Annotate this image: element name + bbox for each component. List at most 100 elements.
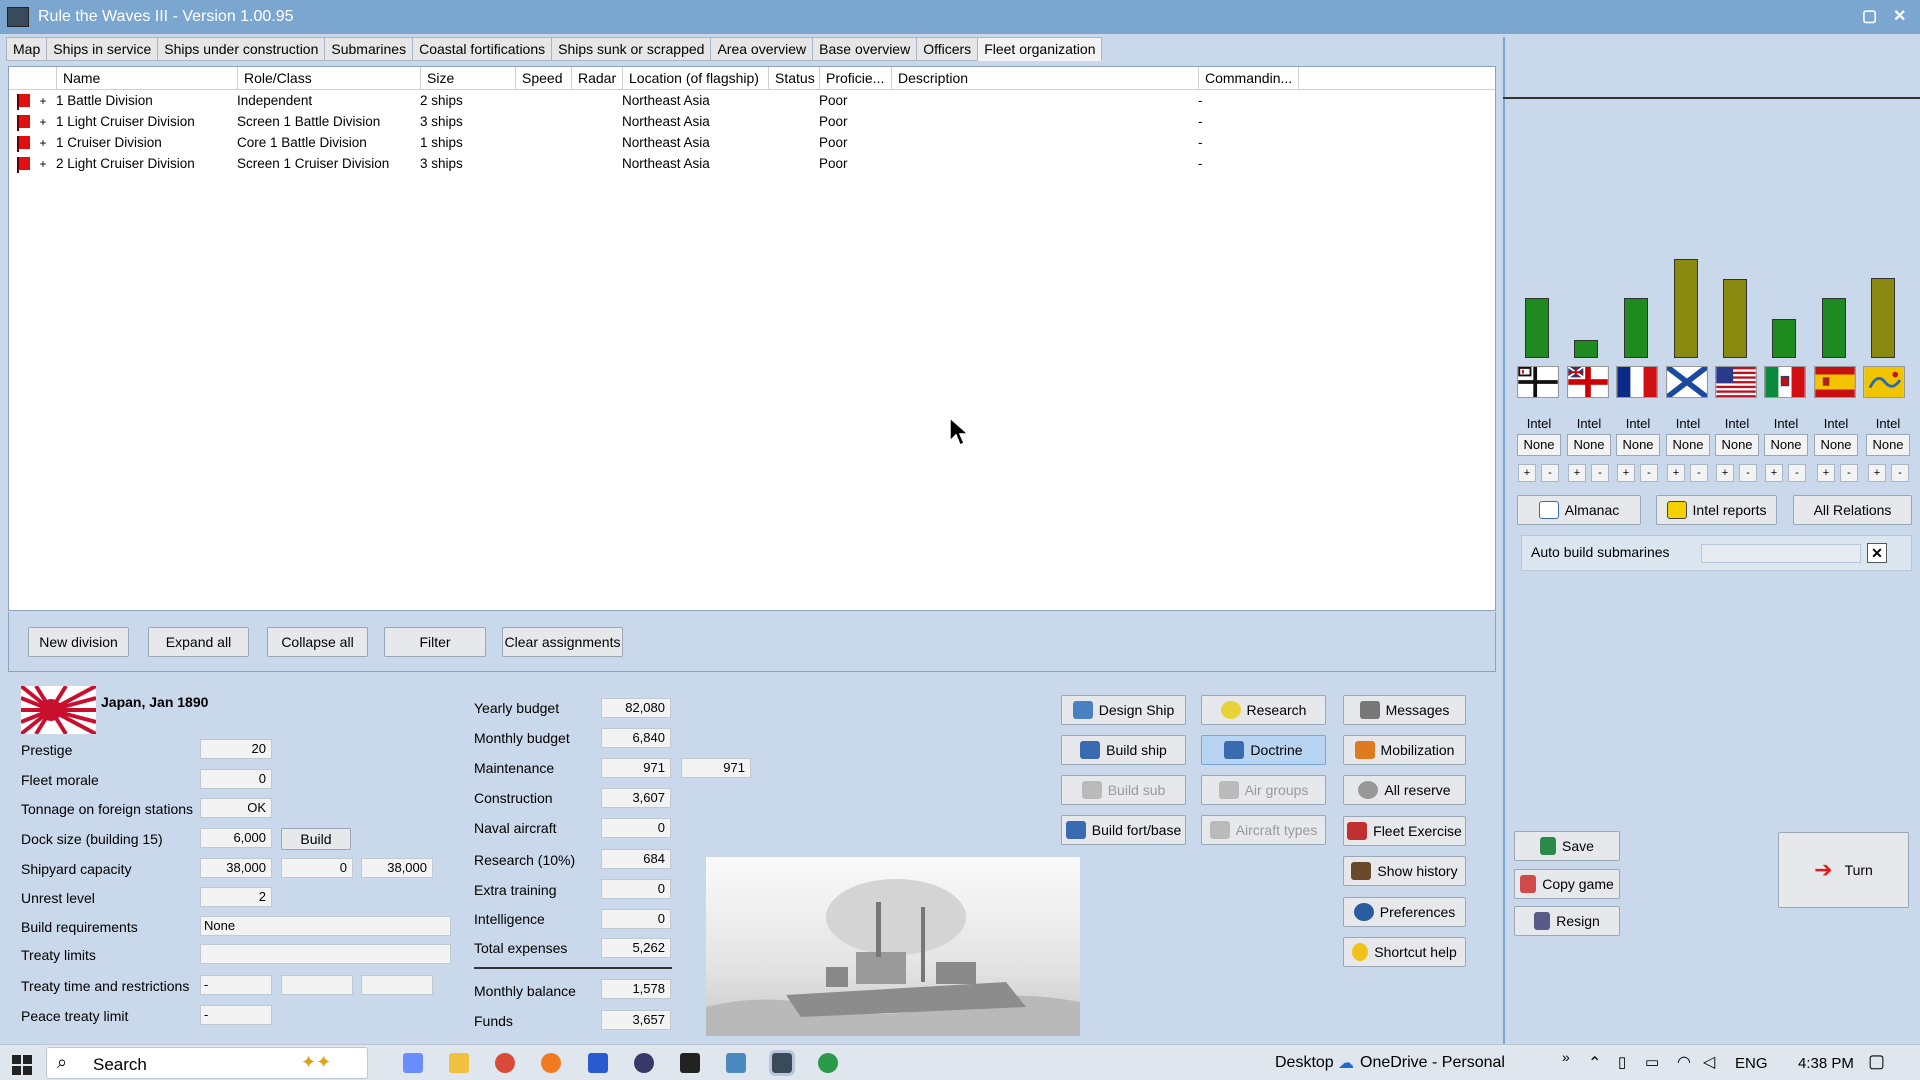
chrome-icon[interactable] [495,1053,515,1073]
intel-minus-button-france[interactable]: - [1640,464,1658,482]
preferences-button[interactable]: Preferences [1343,897,1466,927]
app-icon-2[interactable] [634,1053,654,1073]
firefox-icon[interactable] [541,1053,561,1073]
tab-base-overview[interactable]: Base overview [812,37,917,61]
intel-reports-button[interactable]: Intel reports [1656,495,1777,525]
tab-area-overview[interactable]: Area overview [710,37,813,61]
maximize-icon[interactable]: ▢ [1862,6,1877,26]
clock[interactable]: 4:38 PM [1798,1055,1854,1072]
intel-minus-button-italy[interactable]: - [1788,464,1806,482]
expand-icon[interactable]: + [36,157,50,171]
copilot-icon[interactable] [403,1053,423,1073]
terminal-icon[interactable] [680,1053,700,1073]
header-proficiency[interactable]: Proficie... [820,67,892,89]
design-ship-button[interactable]: Design Ship [1061,695,1186,725]
table-row[interactable]: + 2 Light Cruiser Division Screen 1 Crui… [9,153,1495,174]
tab-officers[interactable]: Officers [916,37,978,61]
header-status[interactable]: Status [769,67,820,89]
build-fort-button[interactable]: Build fort/base [1061,815,1186,845]
expand-icon[interactable]: + [36,94,50,108]
intel-plus-button-germany[interactable]: + [1518,464,1536,482]
all-reserve-button[interactable]: All reserve [1343,775,1466,805]
intel-plus-button-china[interactable]: + [1868,464,1886,482]
tab-map[interactable]: Map [6,37,47,61]
language-indicator[interactable]: ENG [1735,1055,1768,1072]
dropbox-icon[interactable] [588,1053,608,1073]
air-groups-button[interactable]: Air groups [1201,775,1326,805]
windows-start-icon[interactable] [12,1055,32,1075]
overflow-chevron-icon[interactable]: » [1562,1049,1570,1065]
intel-plus-button-spain[interactable]: + [1817,464,1835,482]
table-row[interactable]: + 1 Battle Division Independent 2 ships … [9,90,1495,111]
rtw3-taskbar-icon[interactable] [769,1050,795,1076]
intel-level-spain[interactable]: None [1814,434,1858,456]
intel-minus-button-china[interactable]: - [1891,464,1909,482]
tab-coastal-fortifications[interactable]: Coastal fortifications [412,37,552,61]
build-dock-button[interactable]: Build [281,828,351,850]
header-location[interactable]: Location (of flagship) [623,67,769,89]
tab-ships-in-service[interactable]: Ships in service [46,37,158,61]
header-radar[interactable]: Radar [572,67,623,89]
new-division-button[interactable]: New division [28,627,129,657]
intel-level-china[interactable]: None [1866,434,1910,456]
chrome-icon-2[interactable] [818,1053,838,1073]
expand-all-button[interactable]: Expand all [148,627,249,657]
notification-icon[interactable]: ▢ [1868,1051,1885,1072]
header-role[interactable]: Role/Class [238,67,421,89]
save-button[interactable]: Save [1514,831,1620,861]
intel-minus-button-germany[interactable]: - [1541,464,1559,482]
research-button[interactable]: Research [1201,695,1326,725]
messages-button[interactable]: Messages [1343,695,1466,725]
desktop-label[interactable]: Desktop [1275,1054,1334,1072]
auto-build-close-icon[interactable]: ✕ [1867,543,1887,563]
turn-button[interactable]: ➔ Turn [1778,832,1909,908]
auto-build-field[interactable] [1701,544,1861,563]
build-ship-button[interactable]: Build ship [1061,735,1186,765]
taskbar-search-box[interactable]: ⌕ Search ✦✦ [46,1047,368,1079]
intel-level-usa[interactable]: None [1715,434,1759,456]
intel-level-russia[interactable]: None [1666,434,1710,456]
filter-button[interactable]: Filter [384,627,486,657]
intel-minus-button-spain[interactable]: - [1840,464,1858,482]
onedrive-label[interactable]: OneDrive - Personal [1360,1054,1505,1072]
fleet-exercise-button[interactable]: Fleet Exercise [1343,816,1466,846]
table-row[interactable]: + 1 Cruiser Division Core 1 Battle Divis… [9,132,1495,153]
intel-level-france[interactable]: None [1616,434,1660,456]
intel-plus-button-italy[interactable]: + [1765,464,1783,482]
app-icon-3[interactable] [726,1053,746,1073]
chevron-up-icon[interactable]: ⌃ [1588,1053,1601,1073]
expand-icon[interactable]: + [36,136,50,150]
close-icon[interactable]: ✕ [1893,6,1906,26]
intel-level-italy[interactable]: None [1764,434,1808,456]
battery-icon[interactable]: ▭ [1645,1053,1659,1071]
file-explorer-icon[interactable] [449,1053,469,1073]
volume-icon[interactable]: ◁ [1703,1052,1715,1072]
wifi-icon[interactable]: ◠ [1677,1052,1691,1072]
tab-ships-sunk[interactable]: Ships sunk or scrapped [551,37,711,61]
copy-game-button[interactable]: Copy game [1514,869,1620,899]
tab-submarines[interactable]: Submarines [324,37,413,61]
intel-plus-button-britain[interactable]: + [1568,464,1586,482]
header-speed[interactable]: Speed [516,67,572,89]
clear-assignments-button[interactable]: Clear assignments [502,627,623,657]
tab-ships-under-construction[interactable]: Ships under construction [157,37,325,61]
intel-level-britain[interactable]: None [1567,434,1611,456]
resign-button[interactable]: Resign [1514,906,1620,936]
header-commander[interactable]: Commandin... [1199,67,1299,89]
build-sub-button[interactable]: Build sub [1061,775,1186,805]
header-size[interactable]: Size [421,67,516,89]
all-relations-button[interactable]: All Relations [1793,495,1912,525]
doctrine-button[interactable]: Doctrine [1201,735,1326,765]
header-name[interactable]: Name [57,67,238,89]
collapse-all-button[interactable]: Collapse all [267,627,368,657]
intel-level-germany[interactable]: None [1517,434,1561,456]
table-row[interactable]: + 1 Light Cruiser Division Screen 1 Batt… [9,111,1495,132]
intel-minus-button-britain[interactable]: - [1591,464,1609,482]
intel-plus-button-usa[interactable]: + [1716,464,1734,482]
shortcut-help-button[interactable]: Shortcut help [1343,937,1466,967]
intel-plus-button-france[interactable]: + [1617,464,1635,482]
intel-minus-button-russia[interactable]: - [1690,464,1708,482]
show-history-button[interactable]: Show history [1343,856,1466,886]
expand-icon[interactable]: + [36,115,50,129]
header-description[interactable]: Description [892,67,1199,89]
